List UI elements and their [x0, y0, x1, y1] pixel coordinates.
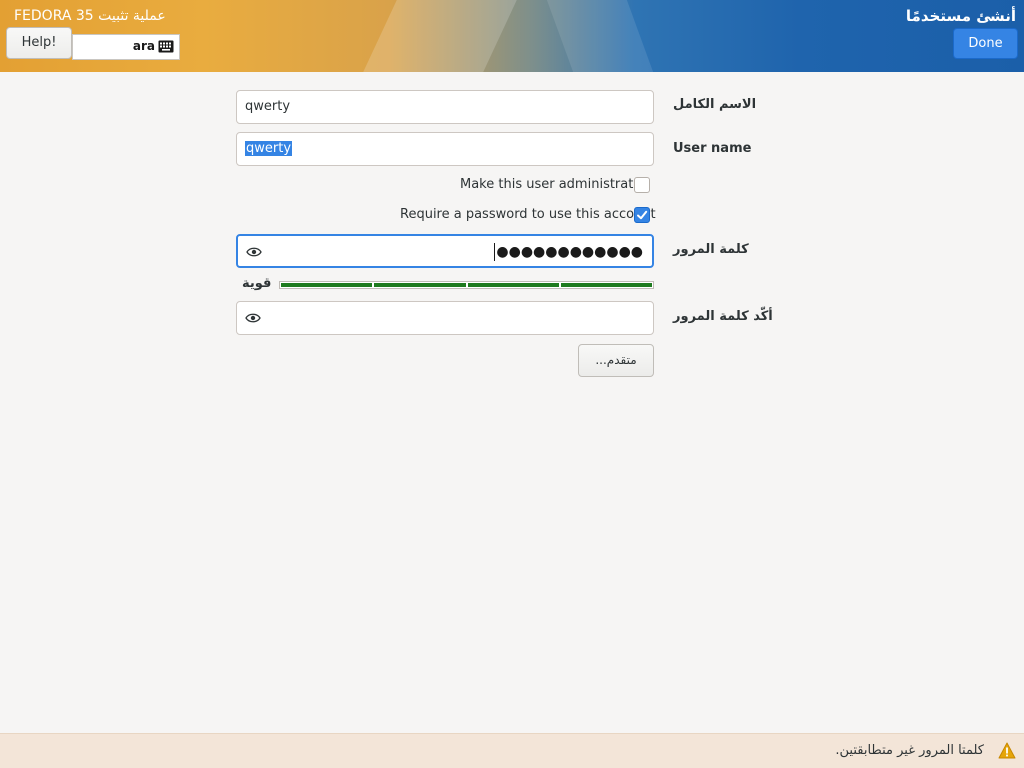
keyboard-icon: [158, 40, 174, 53]
reveal-password-icon[interactable]: [246, 245, 262, 259]
username-field[interactable]: qwerty: [236, 132, 654, 166]
header-decoration: [363, 0, 517, 72]
full-name-field[interactable]: qwerty: [236, 90, 654, 124]
reveal-password-icon[interactable]: [245, 311, 261, 325]
full-name-value: qwerty: [245, 99, 291, 114]
header-decoration: [546, 0, 654, 72]
status-message: كلمتا المرور غير متطابقتين.: [835, 743, 984, 758]
header-bar: أنشئ مستخدمًا عملية تثبيت FEDORA 35 Done…: [0, 0, 1024, 72]
require-password-checkbox[interactable]: [634, 207, 650, 223]
strength-segment: [467, 283, 559, 287]
password-strength-meter: [279, 281, 654, 289]
password-field[interactable]: ●●●●●●●●●●●●: [236, 234, 654, 268]
help-button[interactable]: Help!: [6, 27, 72, 59]
password-label: كلمة المرور: [673, 242, 749, 257]
warning-icon: [998, 742, 1016, 759]
confirm-password-label: أكّد كلمة المرور: [673, 309, 773, 324]
confirm-password-field[interactable]: [236, 301, 654, 335]
screen-title: أنشئ مستخدمًا: [905, 7, 1016, 25]
keyboard-layout-indicator[interactable]: ara: [72, 34, 180, 60]
username-value: qwerty: [245, 141, 293, 156]
password-masked-value: ●●●●●●●●●●●●: [494, 243, 643, 261]
admin-checkbox[interactable]: [634, 177, 650, 193]
password-strength-label: قوية: [242, 276, 272, 291]
status-bar[interactable]: كلمتا المرور غير متطابقتين.: [0, 733, 1024, 768]
advanced-button[interactable]: متقدم...: [578, 344, 654, 377]
full-name-label: الاسم الكامل: [673, 97, 757, 112]
checkmark-icon: [637, 210, 648, 220]
done-button[interactable]: Done: [953, 28, 1018, 59]
product-title: عملية تثبيت FEDORA 35: [14, 8, 166, 24]
strength-segment: [560, 283, 652, 287]
keyboard-layout-label: ara: [132, 39, 155, 53]
strength-segment: [281, 283, 373, 287]
strength-segment: [374, 283, 466, 287]
username-label: User name: [673, 141, 752, 156]
require-password-label: Require a password to use this account: [400, 207, 656, 222]
admin-checkbox-label: Make this user administrator: [460, 177, 647, 192]
